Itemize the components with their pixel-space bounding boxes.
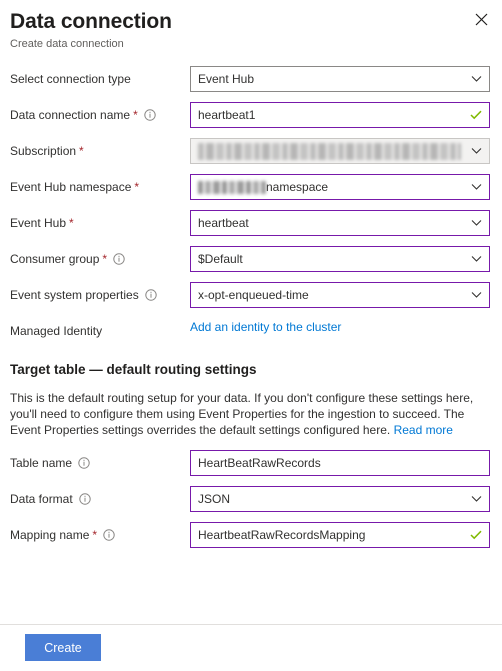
panel-header: Data connection Create data connection: [0, 0, 502, 52]
required-asterisk: *: [133, 108, 138, 122]
form-row-table-name: Table name HeartBeatRawRecords: [10, 450, 490, 476]
input-mapping-name[interactable]: HeartbeatRawRecordsMapping: [190, 522, 490, 548]
select-event-system-properties[interactable]: x-opt-enqueued-time: [190, 282, 490, 308]
input-table-name[interactable]: HeartBeatRawRecords: [190, 450, 490, 476]
form-row-managed-identity: Managed Identity Add an identity to the c…: [10, 318, 490, 344]
label-event-hub-namespace: Event Hub namespace *: [10, 179, 190, 195]
close-icon[interactable]: [468, 6, 494, 32]
field-value: namespace: [266, 180, 329, 194]
target-table-form: Table name HeartBeatRawRecords Data format…: [0, 438, 502, 548]
label-data-format: Data format: [10, 491, 190, 507]
select-subscription: [190, 138, 490, 164]
control-managed-identity: Add an identity to the cluster: [190, 318, 490, 344]
control-mapping-name: HeartbeatRawRecordsMapping: [190, 522, 490, 548]
label-table-name: Table name: [10, 455, 190, 471]
label-select-connection-type: Select connection type: [10, 71, 190, 87]
control-event-hub: heartbeat: [190, 210, 490, 236]
label-text: Mapping name: [10, 528, 90, 542]
required-asterisk: *: [79, 144, 84, 158]
read-more-link[interactable]: Read more: [394, 423, 453, 437]
label-consumer-group: Consumer group *: [10, 251, 190, 267]
label-event-hub: Event Hub *: [10, 215, 190, 231]
form-row-event-hub: Event Hub * heartbeat: [10, 210, 490, 236]
field-value: HeartbeatRawRecordsMapping: [198, 528, 366, 542]
form-row-mapping-name: Mapping name * HeartbeatRawRecordsMapping: [10, 522, 490, 548]
info-icon-mapping-name[interactable]: [103, 529, 115, 541]
info-icon-table-name[interactable]: [78, 457, 90, 469]
form-row-subscription: Subscription *: [10, 138, 490, 164]
form-row-data-format: Data format JSON: [10, 486, 490, 512]
control-table-name: HeartBeatRawRecords: [190, 450, 490, 476]
field-value: x-opt-enqueued-time: [198, 288, 309, 302]
required-asterisk: *: [92, 528, 98, 542]
label-managed-identity: Managed Identity: [10, 323, 190, 339]
input-data-connection-name[interactable]: heartbeat1: [190, 102, 490, 128]
control-event-system-properties: x-opt-enqueued-time: [190, 282, 490, 308]
section-title: Target table — default routing settings: [10, 362, 257, 377]
redacted-value: [198, 180, 266, 194]
control-data-connection-name: heartbeat1: [190, 102, 490, 128]
label-event-system-properties: Event system properties: [10, 287, 190, 303]
select-data-format[interactable]: JSON: [190, 486, 490, 512]
label-data-connection-name: Data connection name *: [10, 107, 190, 123]
control-data-format: JSON: [190, 486, 490, 512]
managed-identity-link[interactable]: Add an identity to the cluster: [190, 320, 341, 334]
section-description: This is the default routing setup for yo…: [10, 390, 492, 438]
field-value: Event Hub: [198, 72, 255, 86]
label-text: Select connection type: [10, 72, 131, 86]
label-mapping-name: Mapping name *: [10, 527, 190, 543]
control-event-hub-namespace: namespace: [190, 174, 490, 200]
form-row-event-system-properties: Event system properties x-opt-enqueued-ti…: [10, 282, 490, 308]
field-value: HeartBeatRawRecords: [198, 456, 321, 470]
control-subscription: [190, 138, 490, 164]
field-value: $Default: [198, 252, 243, 266]
page-subtitle: Create data connection: [10, 38, 124, 50]
required-asterisk: *: [69, 216, 74, 230]
redacted-value: [198, 142, 461, 160]
form-row-data-connection-name: Data connection name * heartbeat1: [10, 102, 490, 128]
select-select-connection-type[interactable]: Event Hub: [190, 66, 490, 92]
control-select-connection-type: Event Hub: [190, 66, 490, 92]
label-text: Subscription: [10, 144, 77, 158]
field-value: heartbeat: [198, 216, 249, 230]
create-button[interactable]: Create: [25, 634, 101, 661]
info-icon-data-format[interactable]: [79, 493, 91, 505]
select-consumer-group[interactable]: $Default: [190, 246, 490, 272]
required-asterisk: *: [134, 180, 140, 194]
required-asterisk: *: [102, 252, 108, 266]
label-text: Managed Identity: [10, 324, 103, 338]
select-event-hub-namespace[interactable]: namespace: [190, 174, 490, 200]
label-text: Consumer group: [10, 252, 100, 266]
form-row-select-connection-type: Select connection type Event Hub: [10, 66, 490, 92]
info-icon-event-system-properties[interactable]: [145, 289, 157, 301]
label-text: Table name: [10, 456, 73, 470]
page-title: Data connection: [10, 10, 172, 33]
close-glyph: [475, 13, 487, 25]
field-value: JSON: [198, 492, 231, 506]
label-text: Event system properties: [10, 288, 139, 302]
label-text: Data format: [10, 492, 73, 506]
label-text: Event Hub: [10, 216, 67, 230]
form-row-consumer-group: Consumer group * $Default: [10, 246, 490, 272]
field-value: heartbeat1: [198, 108, 256, 122]
label-text: Data connection name: [10, 108, 131, 122]
info-icon-consumer-group[interactable]: [113, 253, 125, 265]
label-text: Event Hub namespace: [10, 180, 132, 194]
select-event-hub[interactable]: heartbeat: [190, 210, 490, 236]
label-subscription: Subscription *: [10, 143, 190, 159]
form-row-event-hub-namespace: Event Hub namespace * namespace: [10, 174, 490, 200]
panel-footer: Create: [0, 624, 502, 671]
info-icon-data-connection-name[interactable]: [144, 109, 156, 121]
control-consumer-group: $Default: [190, 246, 490, 272]
connection-form: Select connection type Event Hub Data conn…: [0, 52, 502, 344]
